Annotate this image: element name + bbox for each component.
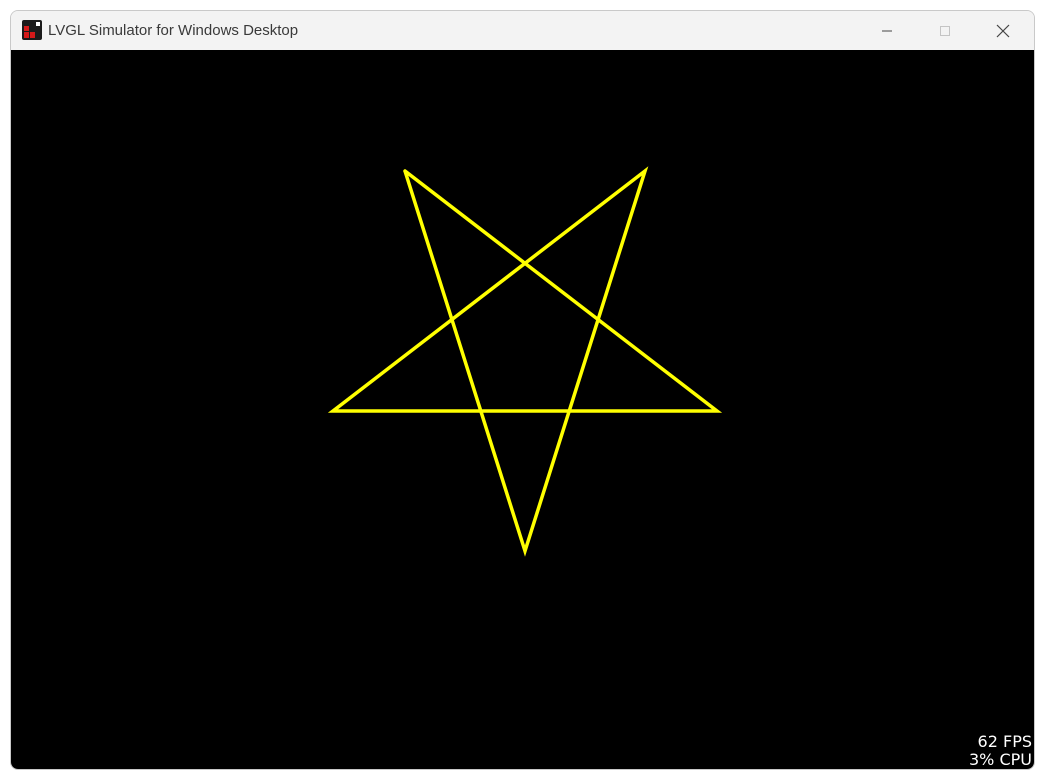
close-icon xyxy=(996,24,1010,37)
lvgl-display-canvas[interactable]: 62 FPS 3% CPU xyxy=(11,50,1034,769)
lvgl-logo-icon xyxy=(22,20,42,40)
app-window: LVGL Simulator for Windows Desktop 62 FP… xyxy=(10,10,1035,770)
close-button[interactable] xyxy=(974,11,1032,50)
window-title: LVGL Simulator for Windows Desktop xyxy=(48,22,299,39)
maximize-icon xyxy=(940,25,950,36)
minimize-button[interactable] xyxy=(858,11,916,50)
fps-readout: 62 FPS xyxy=(977,732,1032,751)
pentagram-drawing xyxy=(327,166,723,557)
maximize-button[interactable] xyxy=(916,11,974,50)
minimize-icon xyxy=(882,30,892,31)
performance-monitor: 62 FPS 3% CPU xyxy=(969,733,1032,769)
cpu-readout: 3% CPU xyxy=(969,750,1032,769)
pentagram-line xyxy=(327,166,723,557)
title-bar[interactable]: LVGL Simulator for Windows Desktop xyxy=(11,11,1034,50)
